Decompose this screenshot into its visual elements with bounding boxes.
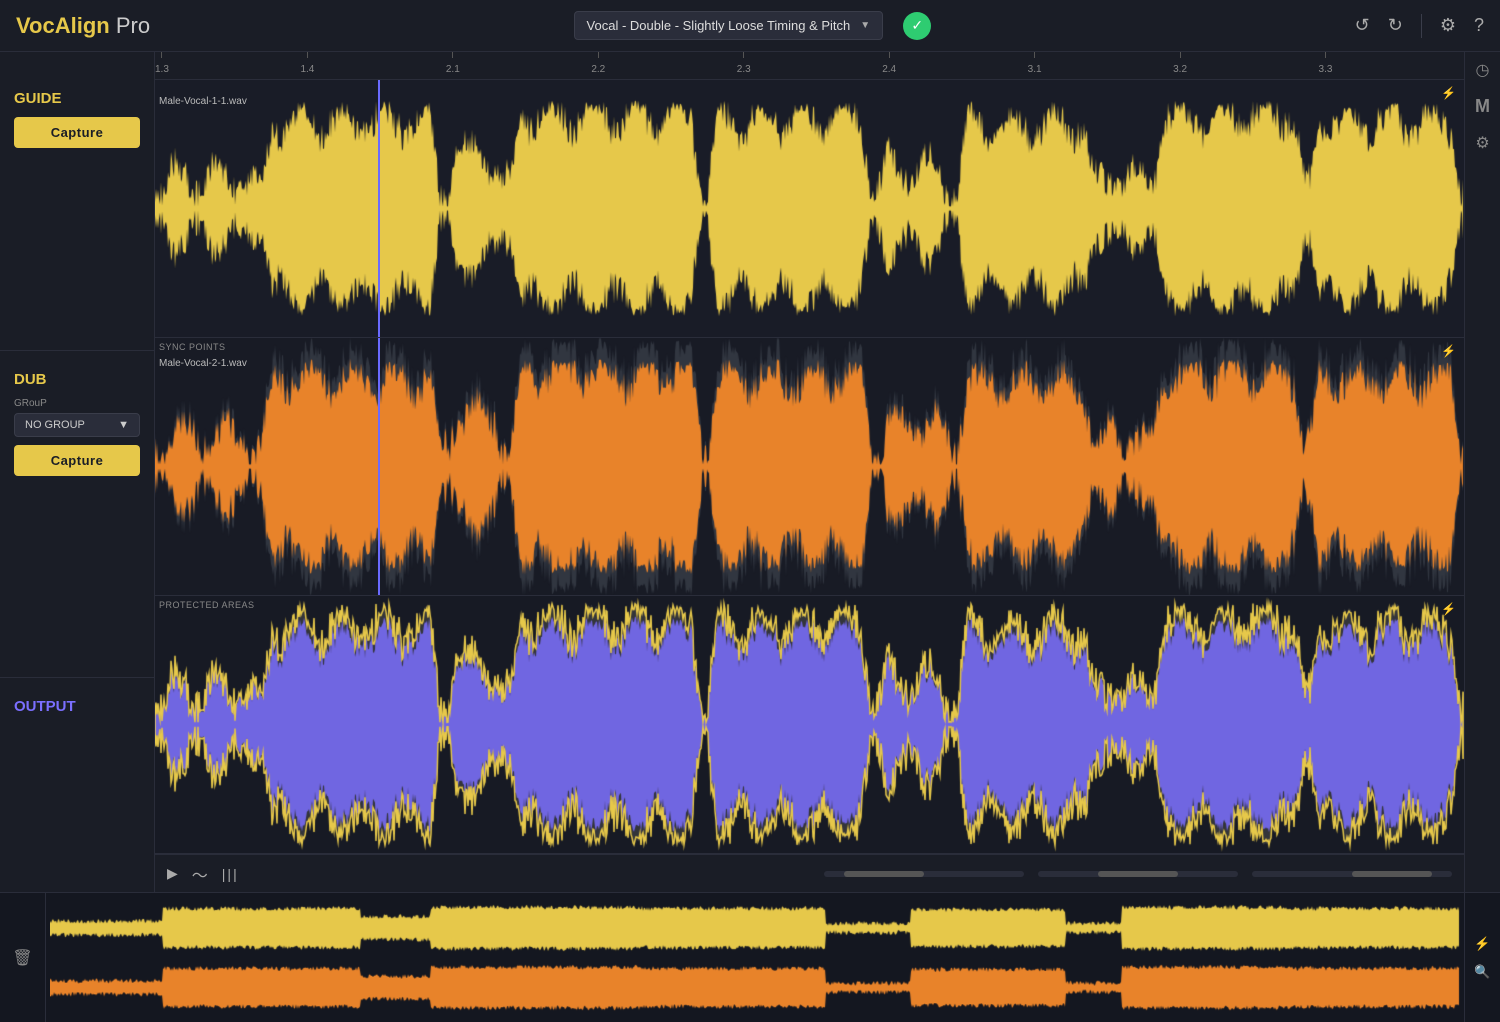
overview-dub-track [50,961,1460,1015]
overview-guide-track [50,901,1460,955]
ruler-mark-2.3: 2.3 [737,52,751,75]
header-controls: ↺ ↻ ⚙ ? [1355,14,1484,38]
guide-capture-button[interactable]: Capture [14,117,140,148]
logo-pro: Pro [110,13,150,38]
main-area: GUIDE Capture DUB GRouP NO GROUP ▼ Captu… [0,52,1500,892]
dub-track-icon: ⚡ [1441,344,1456,358]
sync-points-label: SYNC POINTS [159,342,226,352]
ruler-mark-3.1: 3.1 [1028,52,1042,75]
sidebar-output-section: OUTPUT [0,678,154,892]
guide-track-icon: ⚡ [1441,86,1456,100]
preset-label: Vocal - Double - Slightly Loose Timing &… [587,18,851,33]
preset-selector[interactable]: Vocal - Double - Slightly Loose Timing &… [574,11,884,40]
overview-tracks [46,893,1464,1022]
scroll-bar-2[interactable] [1038,871,1238,877]
check-icon: ✓ [903,12,931,40]
guide-track: Male-Vocal-1-1.wav ⚡ [155,80,1464,338]
dub-label: DUB [14,371,140,388]
guide-label: GUIDE [14,90,140,107]
guide-waveform [155,80,1464,337]
ruler-mark-3.2: 3.2 [1173,52,1187,75]
guide-filename: Male-Vocal-1-1.wav [159,96,247,107]
trash-icon: 🗑 [12,948,32,968]
sidebar-dub-section: DUB GRouP NO GROUP ▼ Capture [0,351,154,679]
settings-button[interactable]: ⚙ [1440,15,1456,36]
output-label: OUTPUT [14,698,140,715]
sidebar-guide-section: GUIDE Capture [0,52,154,351]
dub-filename: Male-Vocal-2-1.wav [159,358,247,369]
redo-button[interactable]: ↻ [1388,15,1403,36]
output-track-icon: ⚡ [1441,602,1456,616]
content-area: 1.31.42.12.22.32.43.13.23.33.4 Male-Voca… [155,52,1464,892]
app-logo: VocAlign Pro [16,13,150,39]
ruler-mark-1.3: 1.3 [155,52,169,75]
transport-bar: ▶ 〜 ||| [155,854,1464,892]
ruler-mark-2.2: 2.2 [591,52,605,75]
undo-button[interactable]: ↺ [1355,15,1370,36]
group-chevron-icon: ▼ [118,419,129,431]
protected-areas-label: PROTECTED AREAS [159,600,255,610]
overview-dub-waveform [50,961,1460,1015]
ruler-mark-1.4: 1.4 [300,52,314,75]
overview: 🗑 ⚡ 🔍 [0,892,1500,1022]
group-value: NO GROUP [25,419,85,431]
waveform-view-button[interactable]: 〜 [192,862,208,886]
fader-icon[interactable]: ⚙ [1475,133,1489,153]
dub-capture-button[interactable]: Capture [14,445,140,476]
play-button[interactable]: ▶ [167,865,178,882]
header-divider [1421,14,1422,38]
group-dropdown-label: GRouP [14,398,140,409]
overview-guide-waveform [50,901,1460,955]
timeline-ruler: 1.31.42.12.22.32.43.13.23.33.4 [155,52,1464,80]
output-waveform [155,596,1464,853]
clock-icon[interactable]: ◷ [1476,60,1490,80]
scroll-bar-3[interactable] [1252,871,1452,877]
overview-icon-1[interactable]: ⚡ [1474,936,1490,952]
group-select-dropdown[interactable]: NO GROUP ▼ [14,413,140,437]
ruler-marks: 1.31.42.12.22.32.43.13.23.33.4 [155,52,1464,79]
overview-zoom-icon[interactable]: 🔍 [1474,964,1490,980]
waveform-icon[interactable]: M [1475,96,1490,117]
scroll-bar-1[interactable] [824,871,1024,877]
logo-voc: VocAlign [16,13,110,38]
header: VocAlign Pro Vocal - Double - Slightly L… [0,0,1500,52]
ruler-mark-3.3: 3.3 [1319,52,1333,75]
trash-button[interactable]: 🗑 [0,893,46,1022]
right-panel: ◷ M ⚙ [1464,52,1500,892]
overview-right-panel: ⚡ 🔍 [1464,893,1500,1022]
ruler-mark-2.4: 2.4 [882,52,896,75]
dub-waveform [155,338,1464,595]
dub-track: SYNC POINTS Male-Vocal-2-1.wav ⚡ [155,338,1464,596]
ruler-mark-2.1: 2.1 [446,52,460,75]
help-button[interactable]: ? [1474,15,1484,36]
chevron-down-icon: ▼ [860,20,870,31]
sidebar: GUIDE Capture DUB GRouP NO GROUP ▼ Captu… [0,52,155,892]
output-track: PROTECTED AREAS ⚡ [155,596,1464,854]
tracks-container: Male-Vocal-1-1.wav ⚡ SYNC POINTS Male-Vo… [155,80,1464,854]
bars-view-button[interactable]: ||| [222,866,239,882]
